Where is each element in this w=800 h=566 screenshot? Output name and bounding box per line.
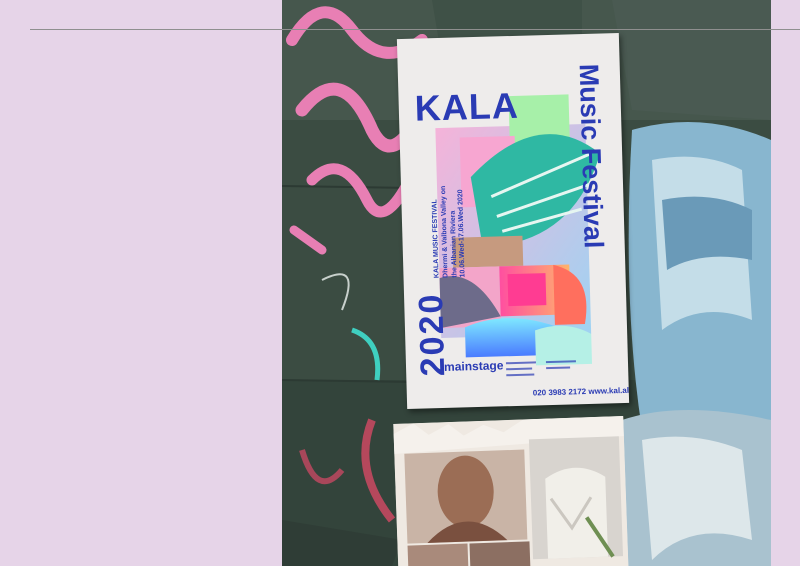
torn-photo-flyer <box>393 416 629 566</box>
right-pink-strip <box>771 0 800 566</box>
poster-stage-label: mainstage <box>443 358 504 374</box>
poster-title: KALA <box>414 84 520 129</box>
top-divider-line <box>30 29 800 30</box>
flyer-photos <box>393 416 629 566</box>
wall-photo: KALA Music Festival 2020 KALA MUSIC FEST… <box>282 0 771 566</box>
poster-vertical-title: Music Festival <box>573 63 609 249</box>
poster-info: KALA MUSIC FESTIVAL Dhermi & Valbona Val… <box>431 185 469 279</box>
festival-poster: KALA Music Festival 2020 KALA MUSIC FEST… <box>396 32 630 410</box>
left-pink-panel <box>0 0 282 566</box>
